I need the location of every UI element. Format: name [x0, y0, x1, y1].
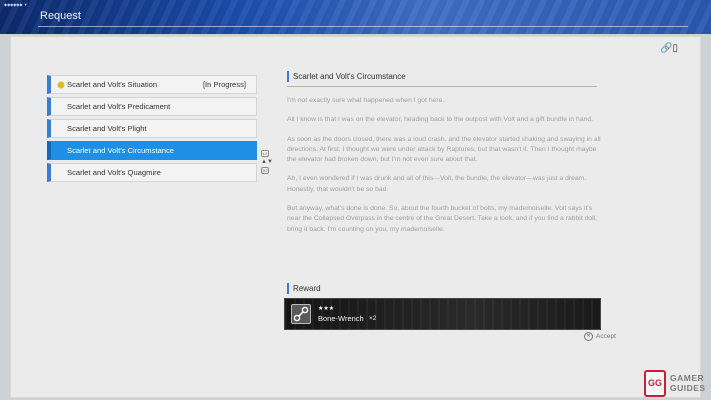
logo-text: GAMER GUIDES [670, 373, 706, 393]
quest-label: Scarlet and Volt's Predicament [67, 102, 171, 111]
quest-label: Scarlet and Volt's Circumstance [67, 146, 174, 155]
quest-list: Scarlet and Volt's Situation [In Progres… [47, 75, 257, 185]
gamer-guides-mark-icon: GG [644, 370, 666, 397]
detail-paragraph: Ah, I even wondered if I was drunk and a… [287, 175, 587, 193]
detail-paragraph: As soon as the doors closed, there was a… [287, 135, 601, 164]
l2-key[interactable]: L2 [261, 150, 269, 157]
accept-button[interactable]: ✕ Accept [584, 332, 616, 341]
quest-item-predicament[interactable]: Scarlet and Volt's Predicament [47, 97, 257, 116]
r2-key[interactable]: R2 [261, 167, 269, 174]
quest-detail: Scarlet and Volt's Circumstance I'm not … [287, 71, 607, 235]
request-panel: 🔗▯ Scarlet and Volt's Situation [In Prog… [10, 36, 701, 398]
logo-line-2: GUIDES [670, 383, 706, 393]
title-underline [38, 26, 688, 27]
quest-label: Scarlet and Volt's Situation [67, 80, 158, 89]
scroll-arrows-icon: ▲▼ [261, 159, 273, 165]
accept-label: Accept [596, 333, 616, 340]
quest-item-quagmire[interactable]: Scarlet and Volt's Quagmire [47, 163, 257, 182]
header-tag: ◆◆◆◆◆◆ ▼ [4, 2, 28, 7]
quest-label: Scarlet and Volt's Quagmire [67, 168, 161, 177]
cross-button-icon: ✕ [584, 332, 593, 341]
in-progress-sun-icon [57, 81, 65, 89]
detail-divider [287, 86, 597, 87]
rarity-stars: ★★★ [318, 306, 335, 312]
quest-status: [In Progress] [202, 80, 246, 89]
reward-name: Bone-Wrench [318, 314, 364, 323]
gamer-guides-logo: GG GAMER GUIDES [644, 370, 708, 397]
logo-line-1: GAMER [670, 373, 705, 383]
quest-label: Scarlet and Volt's Plight [67, 124, 147, 133]
quest-item-plight[interactable]: Scarlet and Volt's Plight [47, 119, 257, 138]
list-scroll-control[interactable]: L2 ▲▼ R2 [261, 149, 273, 175]
reward-item[interactable]: ★★★ Bone-Wrench ×2 [284, 298, 601, 330]
quest-item-circumstance[interactable]: Scarlet and Volt's Circumstance [47, 141, 257, 160]
reward-heading: Reward [287, 283, 321, 294]
detail-paragraph: All I know is that I was on the elevator… [287, 116, 594, 124]
header-bar [0, 0, 711, 34]
reward-quantity: ×2 [369, 315, 377, 322]
link-icon[interactable]: 🔗▯ [660, 43, 678, 54]
wrench-icon [291, 304, 311, 324]
detail-paragraph: But anyway, what's done is done. So, abo… [287, 205, 598, 233]
detail-paragraph: I'm not exactly sure what happened when … [287, 97, 445, 104]
page-title: Request [40, 10, 81, 22]
detail-title: Scarlet and Volt's Circumstance [287, 71, 607, 82]
quest-item-situation[interactable]: Scarlet and Volt's Situation [In Progres… [47, 75, 257, 94]
